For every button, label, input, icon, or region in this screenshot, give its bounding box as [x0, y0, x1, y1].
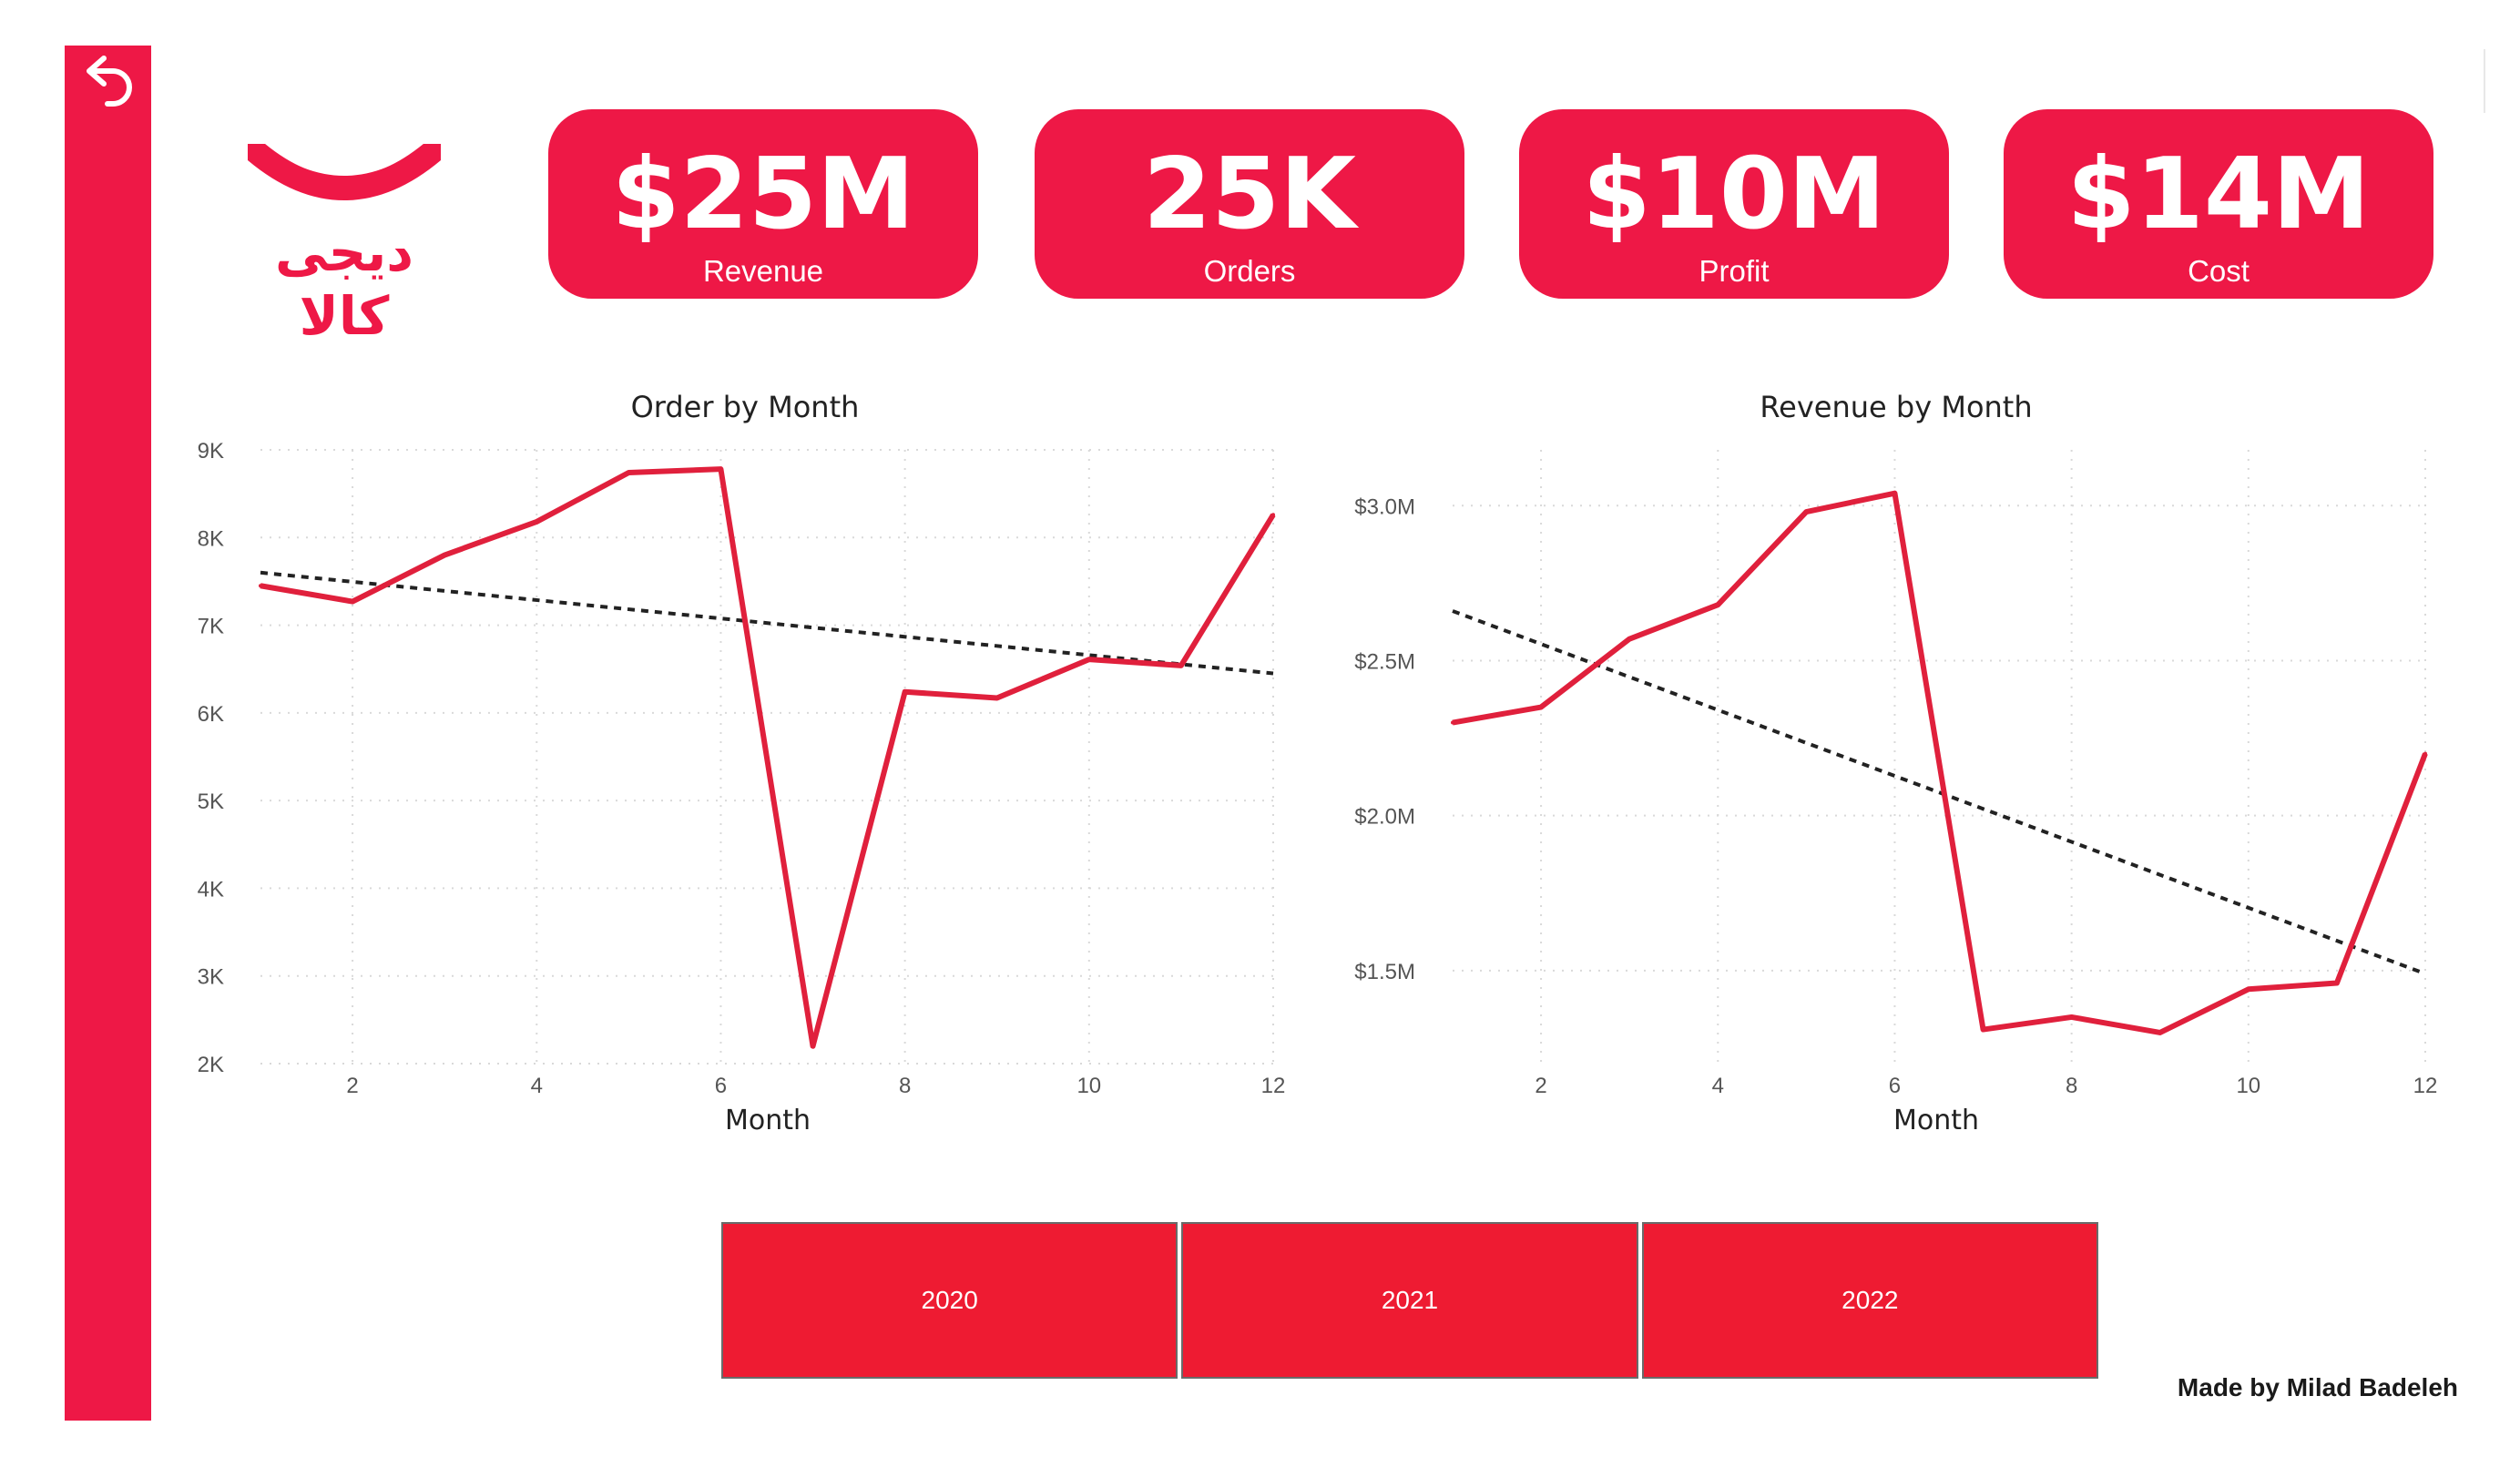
x-tick-label: 4 — [531, 1074, 543, 1098]
y-tick-label: 3K — [198, 965, 224, 990]
data-point — [811, 1044, 815, 1048]
y-tick-label: $2.5M — [1354, 649, 1415, 674]
divider — [2484, 49, 2485, 113]
data-point — [1539, 705, 1544, 709]
x-tick-label: 6 — [715, 1074, 727, 1098]
x-tick-label: 8 — [2066, 1074, 2077, 1098]
side-navigation-bar — [65, 46, 151, 1421]
x-tick-label: 2 — [346, 1074, 358, 1098]
data-point — [903, 689, 907, 694]
y-tick-label: 8K — [198, 526, 224, 551]
x-tick-label: 12 — [2413, 1074, 2438, 1098]
series-line — [1452, 490, 2428, 1035]
kpi-value: $25M — [611, 138, 915, 251]
data-point — [2158, 1030, 2162, 1034]
kpi-value: $14M — [2066, 138, 2371, 251]
trend-line — [1452, 609, 2426, 976]
year-slicer: 2020 2021 2022 — [721, 1222, 2098, 1379]
x-axis-title: Month — [725, 1105, 811, 1136]
data-point — [1627, 637, 1632, 641]
data-point — [2334, 981, 2339, 985]
series-line — [260, 466, 1276, 1049]
year-button-2020[interactable]: 2020 — [721, 1222, 1178, 1379]
kpi-label: Revenue — [702, 254, 824, 288]
x-axis-title: Month — [1893, 1105, 1979, 1136]
data-point — [535, 519, 539, 524]
kpi-card-revenue: $25M Revenue — [548, 109, 978, 299]
data-point — [1804, 510, 1809, 515]
x-tick-label: 10 — [1076, 1074, 1101, 1098]
data-point — [627, 471, 631, 475]
x-tick-label: 4 — [1712, 1074, 1724, 1098]
undo-arrow-icon — [87, 56, 132, 107]
data-point — [2069, 1014, 2074, 1019]
y-tick-label: 9K — [198, 439, 224, 464]
data-point — [259, 584, 262, 588]
y-tick-label: 7K — [198, 615, 224, 639]
data-point — [2246, 987, 2250, 992]
data-point — [1893, 491, 1897, 495]
kpi-value: $10M — [1582, 138, 1886, 251]
chart-title: Revenue by Month — [1760, 390, 2032, 424]
data-point — [2423, 751, 2427, 756]
data-point — [995, 696, 999, 700]
data-point — [351, 599, 355, 604]
x-tick-label: 2 — [1535, 1074, 1546, 1098]
data-point — [1451, 720, 1454, 725]
year-button-2022[interactable]: 2022 — [1641, 1222, 2098, 1379]
y-tick-label: 6K — [198, 702, 224, 727]
y-tick-label: 5K — [198, 790, 224, 814]
y-tick-label: 4K — [198, 877, 224, 902]
data-point — [443, 553, 447, 557]
x-tick-label: 8 — [899, 1074, 911, 1098]
trend-line — [260, 570, 1274, 676]
chart-title: Order by Month — [631, 390, 860, 424]
y-tick-label: $3.0M — [1354, 494, 1415, 519]
data-point — [1087, 657, 1091, 662]
smile-arc-icon — [248, 144, 441, 200]
logo-text: دیجی کالا — [274, 221, 414, 347]
data-point — [1271, 513, 1275, 517]
kpi-card-orders: 25K Orders — [1035, 109, 1464, 299]
x-tick-label: 10 — [2236, 1074, 2260, 1098]
data-point — [1178, 663, 1183, 667]
back-button[interactable] — [77, 51, 137, 117]
data-point — [1716, 603, 1720, 607]
kpi-label: Orders — [1203, 254, 1296, 288]
data-point — [719, 467, 723, 472]
x-tick-label: 12 — [1261, 1074, 1286, 1098]
kpi-label: Cost — [2188, 254, 2250, 288]
kpi-card-profit: $10M Profit — [1519, 109, 1949, 299]
y-tick-label: $2.0M — [1354, 805, 1415, 830]
kpi-label: Profit — [1699, 254, 1770, 288]
data-point — [1981, 1027, 1985, 1032]
x-tick-label: 6 — [1889, 1074, 1901, 1098]
brand-logo: دیجی کالا — [248, 144, 441, 347]
y-tick-label: 2K — [198, 1053, 224, 1077]
kpi-card-cost: $14M Cost — [2004, 109, 2433, 299]
author-credit: Made by Milad Badeleh — [2177, 1373, 2458, 1401]
y-tick-label: $1.5M — [1354, 960, 1415, 984]
year-button-2021[interactable]: 2021 — [1181, 1222, 1638, 1379]
kpi-value: 25K — [1143, 138, 1356, 251]
